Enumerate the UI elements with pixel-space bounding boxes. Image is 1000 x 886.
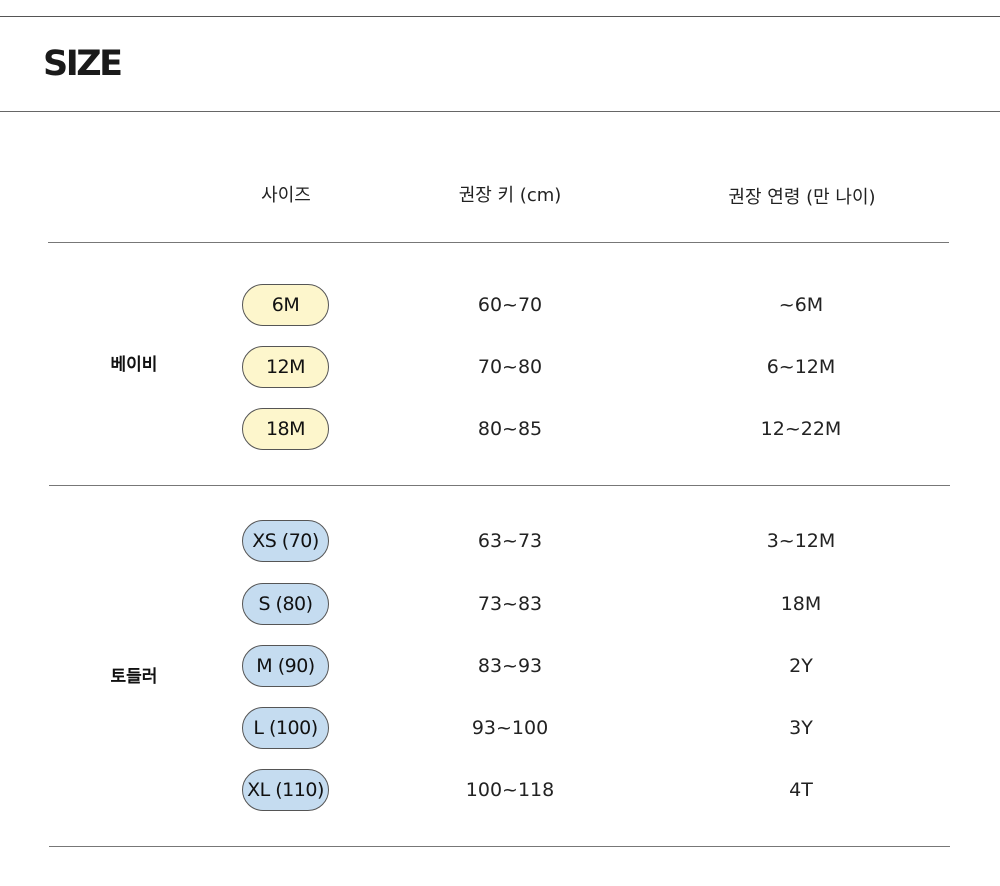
table-row: S (80) 73~83 18M: [0, 583, 1000, 627]
height-cell: 70~80: [477, 356, 543, 378]
size-badge: 18M: [242, 408, 329, 450]
height-cell: 80~85: [477, 418, 543, 440]
age-cell: 12~22M: [760, 418, 842, 440]
age-cell: 18M: [780, 593, 822, 615]
age-cell: 4T: [789, 779, 813, 801]
size-badge: S (80): [242, 583, 329, 625]
height-cell: 73~83: [477, 593, 543, 615]
height-cell: 83~93: [477, 655, 543, 677]
size-badge: XS (70): [242, 520, 329, 562]
age-cell: 2Y: [789, 655, 813, 677]
size-badge: 12M: [242, 346, 329, 388]
size-badge: L (100): [242, 707, 329, 749]
age-cell: 3~12M: [766, 530, 836, 552]
table-row: 18M 80~85 12~22M: [0, 408, 1000, 452]
height-cell: 60~70: [477, 294, 543, 316]
age-cell: 6~12M: [766, 356, 836, 378]
size-badge: XL (110): [242, 769, 329, 811]
column-header-height: 권장 키 (cm): [458, 185, 562, 206]
height-cell: 63~73: [477, 530, 543, 552]
table-row: 6M 60~70 ~6M: [0, 284, 1000, 328]
table-row: XS (70) 63~73 3~12M: [0, 520, 1000, 564]
table-row: M (90) 83~93 2Y: [0, 645, 1000, 689]
page-title: SIZE: [43, 44, 123, 84]
top-divider: [0, 16, 1000, 17]
table-row: 12M 70~80 6~12M: [0, 346, 1000, 390]
title-divider: [0, 111, 1000, 112]
column-header-size: 사이즈: [261, 185, 311, 206]
age-cell: 3Y: [789, 717, 813, 739]
size-badge: M (90): [242, 645, 329, 687]
table-row: XL (110) 100~118 4T: [0, 769, 1000, 813]
age-cell: ~6M: [778, 294, 824, 316]
column-header-age: 권장 연령 (만 나이): [728, 187, 876, 208]
table-row: L (100) 93~100 3Y: [0, 707, 1000, 751]
group-divider: [49, 485, 950, 486]
height-cell: 100~118: [465, 779, 555, 801]
height-cell: 93~100: [471, 717, 549, 739]
header-divider: [48, 242, 949, 243]
size-badge: 6M: [242, 284, 329, 326]
bottom-divider: [49, 846, 950, 847]
